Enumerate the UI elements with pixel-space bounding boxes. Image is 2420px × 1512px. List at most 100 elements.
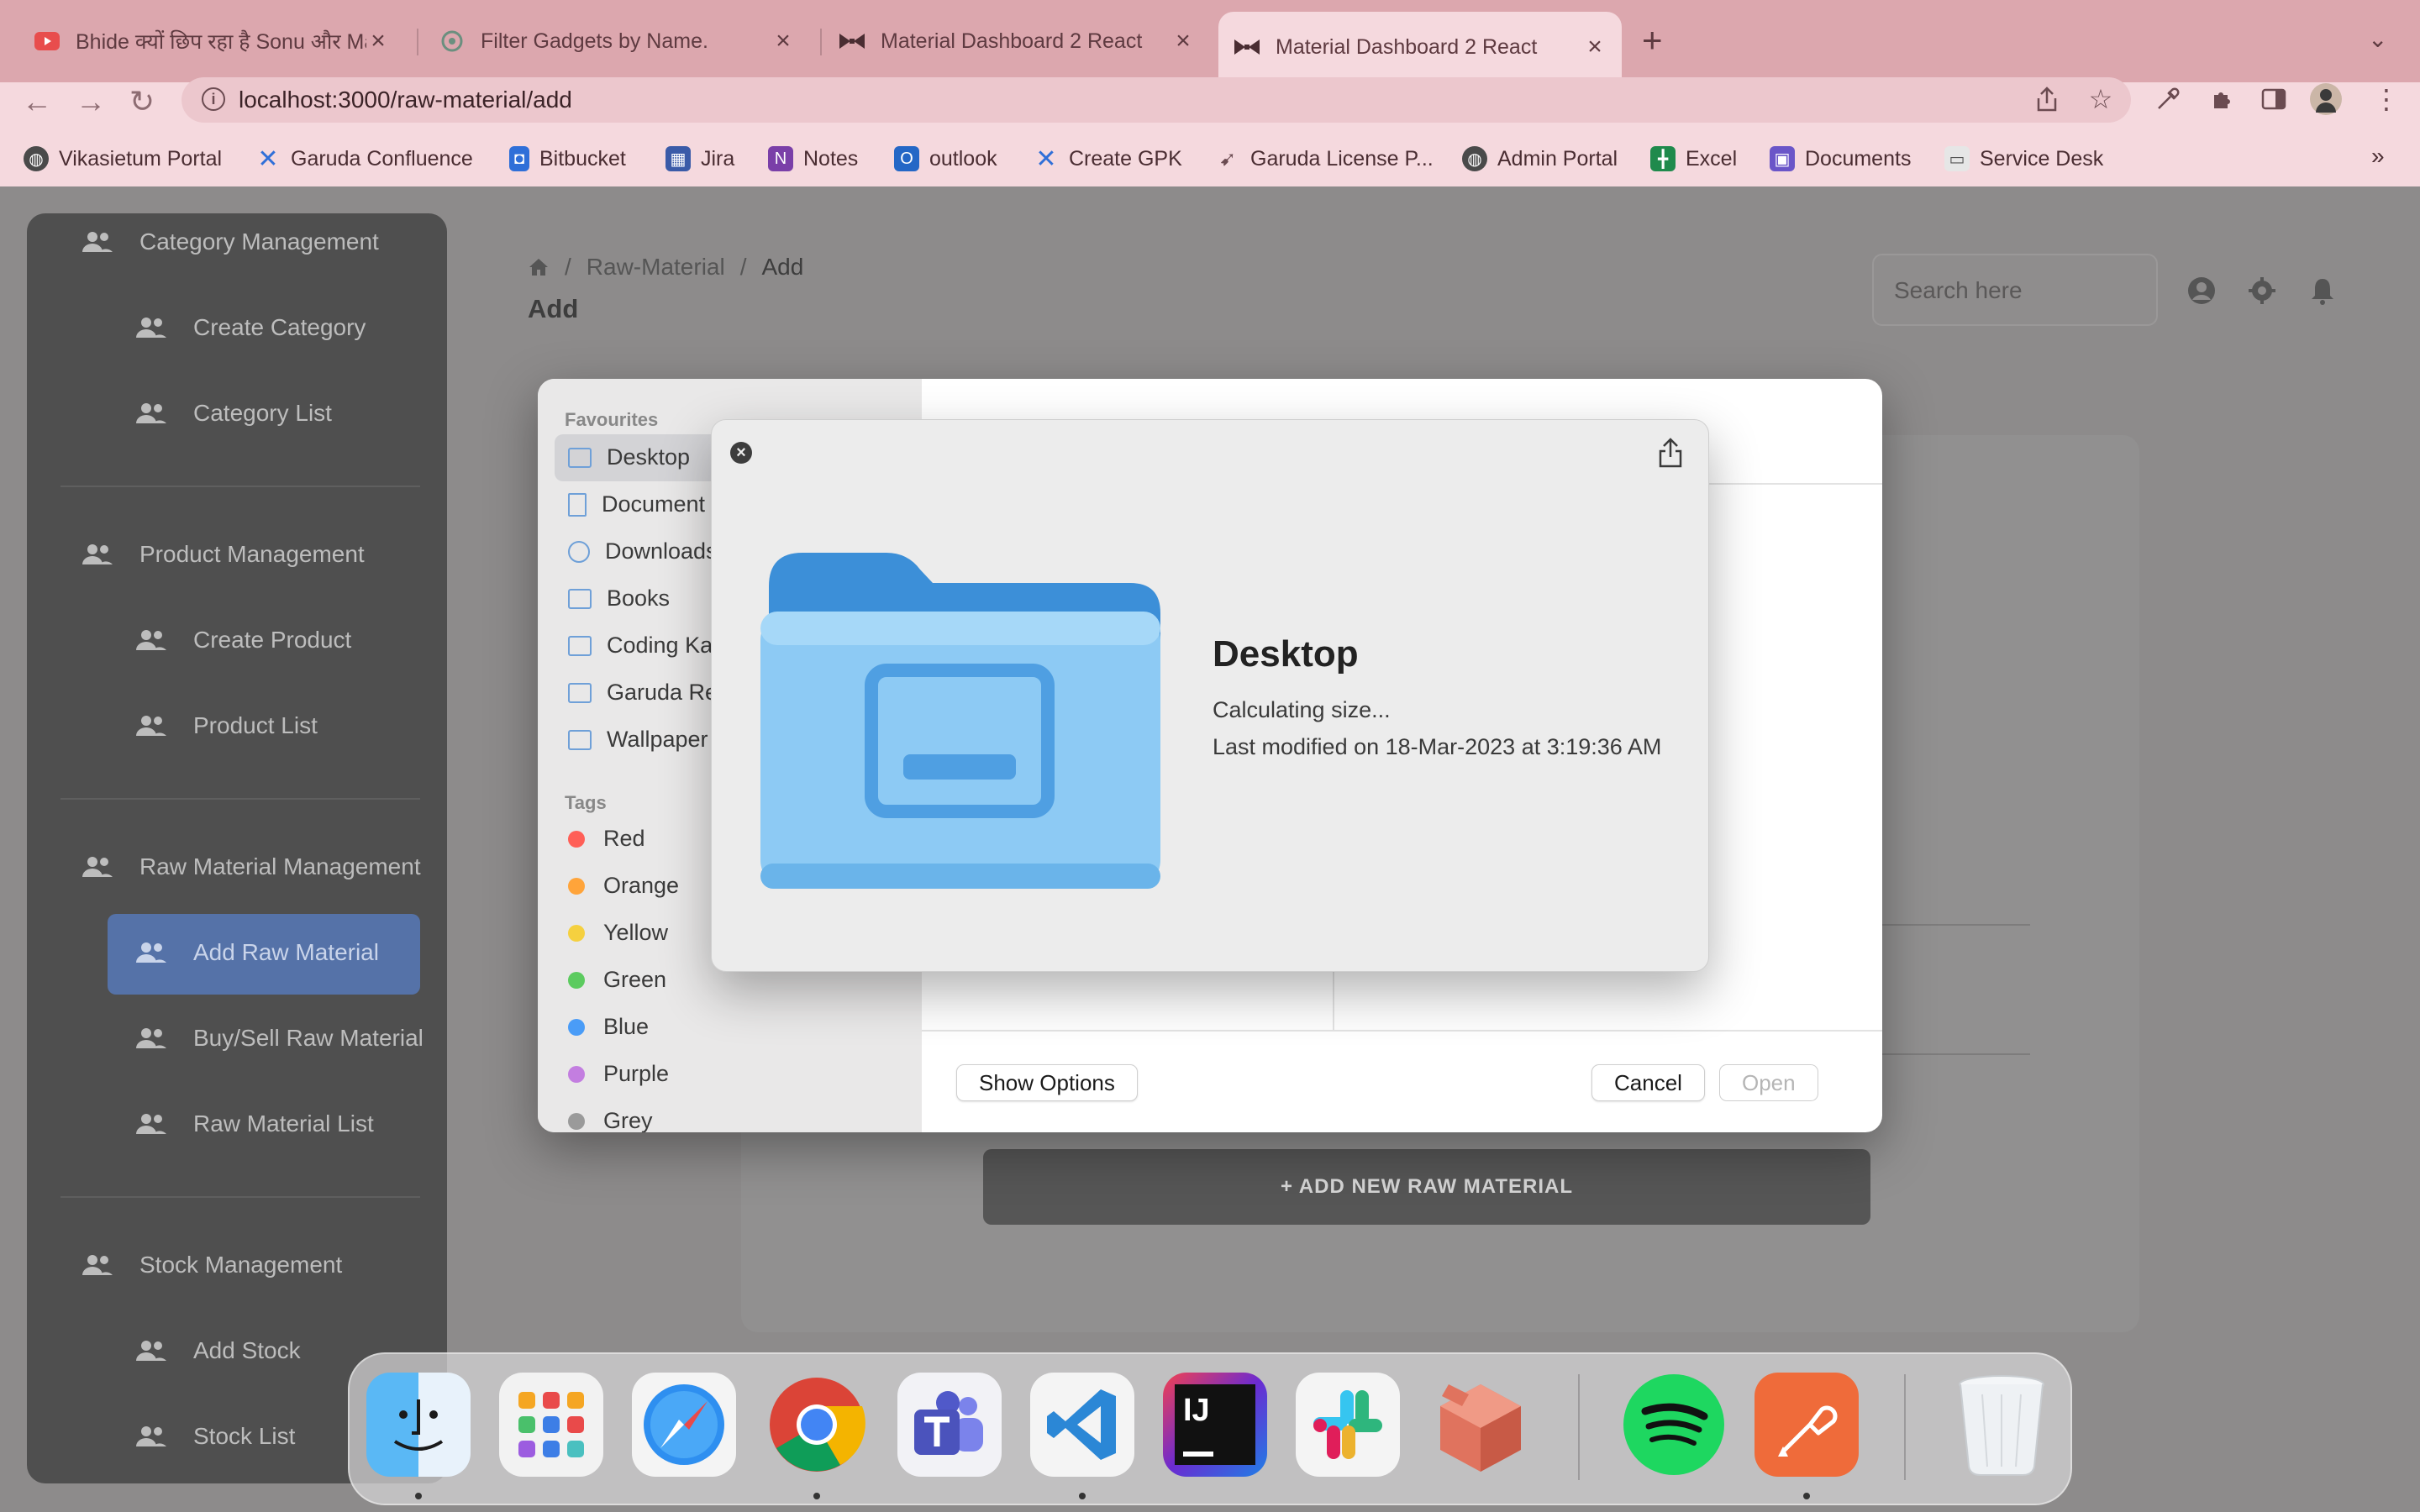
favourite-wallpaper[interactable]: Wallpaper <box>568 727 708 753</box>
close-icon[interactable]: × <box>730 442 752 464</box>
sidebar-item-raw-material-list[interactable]: Raw Material List <box>134 1110 374 1137</box>
chevron-down-icon[interactable]: ⌄ <box>2368 25 2387 53</box>
eyedropper-icon[interactable] <box>2151 82 2185 116</box>
bookmark-admin-portal[interactable]: ◍ Admin Portal <box>1462 146 1618 171</box>
sidebar-item-create-product[interactable]: Create Product <box>134 627 351 654</box>
tags-heading: Tags <box>565 792 607 813</box>
bookmark-notes[interactable]: N Notes <box>768 146 858 171</box>
bookmark-vikasietum[interactable]: ◍ Vikasietum Portal <box>24 146 222 171</box>
bookmarks-overflow-button[interactable]: » <box>2371 143 2385 170</box>
sidebar-item-raw-material-management[interactable]: Raw Material Management <box>81 853 421 880</box>
page-title: Add <box>528 294 579 323</box>
bookmark-bitbucket[interactable]: ◘ Bitbucket <box>509 146 626 171</box>
share-icon[interactable] <box>1656 437 1685 469</box>
extensions-icon[interactable] <box>2205 82 2238 116</box>
tab-youtube[interactable]: Bhide क्यों छिप रहा है Sonu और Ma × <box>18 12 405 71</box>
running-indicator <box>1803 1493 1810 1499</box>
account-icon[interactable] <box>2186 276 2217 306</box>
safari-icon[interactable] <box>632 1373 736 1477</box>
bookmark-excel[interactable]: ╋ Excel <box>1650 146 1737 171</box>
running-indicator <box>415 1493 422 1499</box>
sidebar-item-product-management[interactable]: Product Management <box>81 541 365 568</box>
tab-material-dashboard[interactable]: Material Dashboard 2 React × <box>823 12 1210 71</box>
open-button[interactable]: Open <box>1719 1064 1818 1101</box>
postman-icon[interactable] <box>1754 1373 1859 1477</box>
vscode-icon[interactable] <box>1030 1373 1134 1477</box>
show-options-button[interactable]: Show Options <box>956 1064 1138 1101</box>
tag-red[interactable]: Red <box>568 826 645 852</box>
tab-filter-gadgets[interactable]: Filter Gadgets by Name. × <box>424 12 810 71</box>
finder-icon[interactable] <box>366 1373 471 1477</box>
forward-arrow-icon[interactable]: → <box>76 84 106 119</box>
bookmark-outlook[interactable]: O outlook <box>894 146 997 171</box>
tag-grey[interactable]: Grey <box>568 1108 653 1132</box>
favourite-coding[interactable]: Coding Ka <box>568 633 713 659</box>
url-text[interactable]: localhost:3000/raw-material/add <box>239 87 572 113</box>
add-new-raw-material-button[interactable]: + ADD NEW RAW MATERIAL <box>983 1149 1870 1225</box>
bookmark-documents[interactable]: ▣ Documents <box>1770 146 1911 171</box>
tab-material-dashboard-active[interactable]: Material Dashboard 2 React × <box>1218 12 1622 82</box>
favourite-books[interactable]: Books <box>568 585 670 612</box>
jira-icon: ▦ <box>666 146 691 171</box>
bookmark-jira[interactable]: ▦ Jira <box>666 146 734 171</box>
star-icon[interactable]: ☆ <box>2084 82 2118 116</box>
reload-icon[interactable]: ↻ <box>129 84 155 119</box>
home-icon[interactable] <box>528 257 550 277</box>
sidebar-item-category-list[interactable]: Category List <box>134 400 332 427</box>
cancel-button[interactable]: Cancel <box>1591 1064 1705 1101</box>
share-icon[interactable] <box>2030 82 2064 116</box>
favourite-label: Coding Ka <box>607 633 713 658</box>
tag-green[interactable]: Green <box>568 967 666 993</box>
tag-blue[interactable]: Blue <box>568 1014 649 1040</box>
people-icon <box>81 543 114 566</box>
gear-icon[interactable] <box>2247 276 2277 306</box>
sidebar-item-category-management[interactable]: Category Management <box>81 228 379 255</box>
bell-icon[interactable] <box>2307 276 2338 306</box>
slack-icon[interactable] <box>1296 1373 1400 1477</box>
breadcrumb-link[interactable]: Raw-Material <box>587 254 725 281</box>
bookmark-garuda-license[interactable]: ➹ Garuda License P... <box>1215 146 1434 171</box>
sidebar-item-add-stock[interactable]: Add Stock <box>134 1337 301 1364</box>
sidebar-item-label: Category List <box>193 400 332 426</box>
close-icon[interactable]: × <box>1583 33 1607 61</box>
tag-yellow[interactable]: Yellow <box>568 920 668 946</box>
people-icon <box>134 1339 168 1362</box>
bookmark-create-gpk[interactable]: ✕ Create GPK <box>1034 145 1181 173</box>
tag-orange[interactable]: Orange <box>568 873 679 899</box>
trash-icon[interactable] <box>1949 1373 2054 1477</box>
favourite-documents[interactable]: Document <box>568 491 705 517</box>
intellij-icon[interactable]: IJ <box>1163 1373 1267 1477</box>
launchpad-icon[interactable] <box>499 1373 603 1477</box>
bookmark-garuda-confluence[interactable]: ✕ Garuda Confluence <box>255 145 472 173</box>
more-menu-icon[interactable]: ⋮ <box>2370 82 2403 116</box>
favourite-desktop[interactable]: Desktop <box>568 444 690 470</box>
chrome-icon[interactable] <box>765 1373 869 1477</box>
favourite-downloads[interactable]: Downloads <box>568 538 718 564</box>
side-panel-icon[interactable] <box>2257 82 2291 116</box>
sidebar-item-stock-list[interactable]: Stock List <box>134 1423 295 1450</box>
sidebar-item-add-raw-material[interactable]: Add Raw Material <box>134 939 379 966</box>
tag-label: Green <box>603 967 667 992</box>
close-icon[interactable]: × <box>1171 27 1195 55</box>
info-icon[interactable]: i <box>202 87 225 111</box>
sidebar-item-create-category[interactable]: Create Category <box>134 314 366 341</box>
tag-purple[interactable]: Purple <box>568 1061 669 1087</box>
sidebar-item-stock-management[interactable]: Stock Management <box>81 1252 342 1278</box>
back-arrow-icon[interactable]: ← <box>22 84 52 119</box>
sidebar-item-product-list[interactable]: Product List <box>134 712 318 739</box>
new-tab-button[interactable]: + <box>1642 20 1663 60</box>
package-box-icon[interactable] <box>1428 1373 1533 1477</box>
sidebar-item-buy-sell-raw-material[interactable]: Buy/Sell Raw Material <box>134 1025 424 1052</box>
teams-icon[interactable] <box>897 1373 1002 1477</box>
bookmark-service-desk[interactable]: ▭ Service Desk <box>1944 146 2103 171</box>
close-icon[interactable]: × <box>771 27 795 55</box>
favourite-garuda[interactable]: Garuda Re <box>568 680 718 706</box>
close-icon[interactable]: × <box>366 27 390 55</box>
profile-avatar[interactable] <box>2309 82 2343 116</box>
spotify-icon[interactable] <box>1622 1373 1726 1477</box>
outlook-icon: O <box>894 146 919 171</box>
item-size: Calculating size... <box>1213 697 1391 722</box>
sidebar-item-label: Buy/Sell Raw Material <box>193 1025 424 1051</box>
tag-label: Grey <box>603 1108 653 1132</box>
favourite-label: Wallpaper <box>607 727 708 752</box>
